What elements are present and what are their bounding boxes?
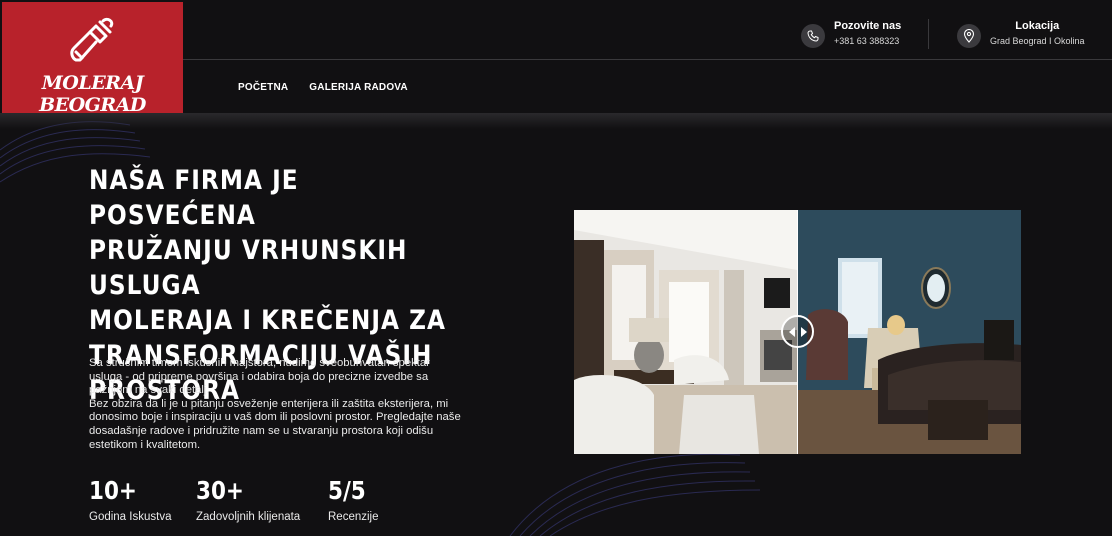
- contact-location-title: Lokacija: [1015, 20, 1060, 32]
- contact-phone[interactable]: Pozovite nas +381 63 388323: [801, 20, 901, 48]
- stat-reviews: 5/5 Recenzije: [328, 476, 379, 523]
- hero-description-line: Sa stručnim timom iskusnih majstora, nud…: [89, 357, 430, 369]
- hero-description-line: estetikom i kvalitetom.: [89, 438, 201, 451]
- before-room-image: [574, 210, 797, 454]
- stat-label: Recenzije: [328, 511, 379, 523]
- arrows-horizontal-icon: [788, 326, 807, 337]
- hero-description-line: donosimo boje i inspiraciju u vaš dom il…: [89, 411, 461, 424]
- hero-title-line: MOLERAJA I KREČENJA ZA: [89, 305, 447, 336]
- nav-item-pocetna[interactable]: POČETNA: [238, 82, 288, 93]
- stat-value: 30+: [196, 476, 244, 505]
- stat-label: Godina Iskustva: [89, 511, 172, 523]
- paint-brush-icon: [70, 17, 114, 62]
- hero-description-line: usluga - od pripreme površina i odabira …: [89, 370, 429, 383]
- hero-title-line: PRUŽANJU VRHUNSKIH USLUGA: [89, 235, 408, 301]
- stat-value: 10+: [89, 476, 137, 505]
- stat-clients: 30+ Zadovoljnih klijenata: [196, 476, 300, 523]
- hero-description-line: Bez obzira da li je u pitanju osveženje …: [89, 397, 449, 410]
- before-after-slider[interactable]: [574, 210, 1021, 454]
- main-nav: POČETNA GALERIJA RADOVA: [238, 82, 408, 93]
- contact-location-value: Grad Beograd I Okolina: [990, 36, 1085, 46]
- hero-description: Sa stručnim timom iskusnih majstora, nud…: [89, 357, 484, 452]
- header-shadow: [0, 113, 1112, 129]
- brand-logo[interactable]: MOLERAJ BEOGRAD: [2, 2, 183, 116]
- phone-icon: [801, 24, 825, 48]
- nav-item-galerija-radova[interactable]: GALERIJA RADOVA: [309, 82, 408, 93]
- contact-phone-number[interactable]: +381 63 388323: [834, 36, 901, 46]
- hero-description-line: pažnjom na svaki detalj.: [89, 384, 210, 397]
- after-room-image: [798, 210, 1021, 454]
- location-pin-icon: [957, 24, 981, 48]
- slider-handle[interactable]: [781, 315, 814, 348]
- stat-label: Zadovoljnih klijenata: [196, 511, 301, 523]
- hero-description-line: dosadašnje radove i pridružite nam se u …: [89, 424, 434, 437]
- stat-value: 5/5: [328, 476, 366, 505]
- stat-experience: 10+ Godina Iskustva: [89, 476, 171, 523]
- header-divider: [183, 59, 1112, 60]
- contact-location[interactable]: Lokacija Grad Beograd I Okolina: [957, 20, 1085, 48]
- contact-phone-title: Pozovite nas: [834, 20, 902, 32]
- brand-name: MOLERAJ BEOGRAD: [39, 72, 146, 116]
- hero-title-line: NAŠA FIRMA JE POSVEĆENA: [89, 165, 299, 231]
- contact-separator: [928, 19, 929, 49]
